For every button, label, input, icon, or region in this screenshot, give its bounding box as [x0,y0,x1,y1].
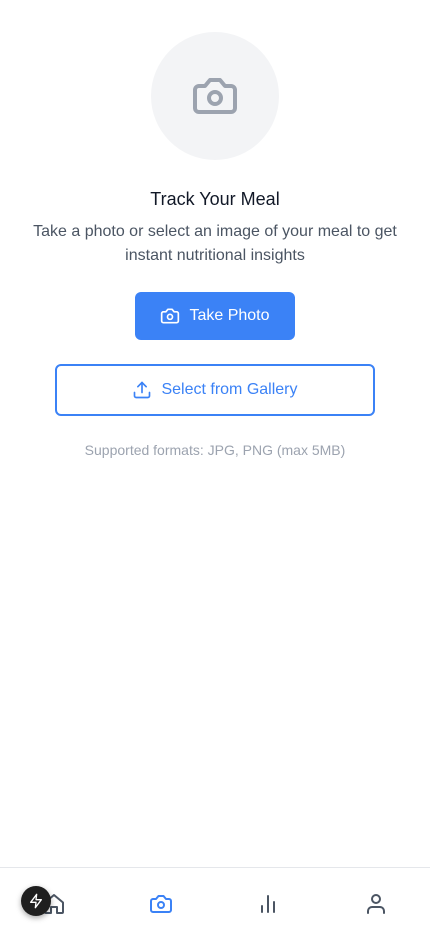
dev-tools-badge[interactable] [21,886,51,916]
bar-chart-icon [261,895,275,913]
camera-icon [161,308,180,324]
camera-icon [193,78,237,114]
nav-item-stats[interactable] [254,890,282,918]
camera-icon [150,895,172,913]
supported-formats-note: Supported formats: JPG, PNG (max 5MB) [84,442,346,458]
select-from-gallery-button[interactable]: Select from Gallery [55,364,375,416]
meal-capture-screen: Track Your Meal Take a photo or select a… [0,0,430,930]
hero-camera-circle [151,32,279,160]
lightning-bolt-icon [30,893,42,909]
user-icon [367,894,385,914]
page-title: Track Your Meal [150,189,280,209]
nav-item-camera[interactable] [147,890,175,918]
take-photo-label: Take Photo [189,307,270,324]
page-subtitle: Take a photo or select an image of your … [33,223,397,264]
bottom-nav [0,867,430,930]
gallery-label: Select from Gallery [161,381,298,398]
nav-item-profile[interactable] [362,890,390,918]
take-photo-button[interactable]: Take Photo [135,292,295,340]
upload-icon [134,381,151,399]
